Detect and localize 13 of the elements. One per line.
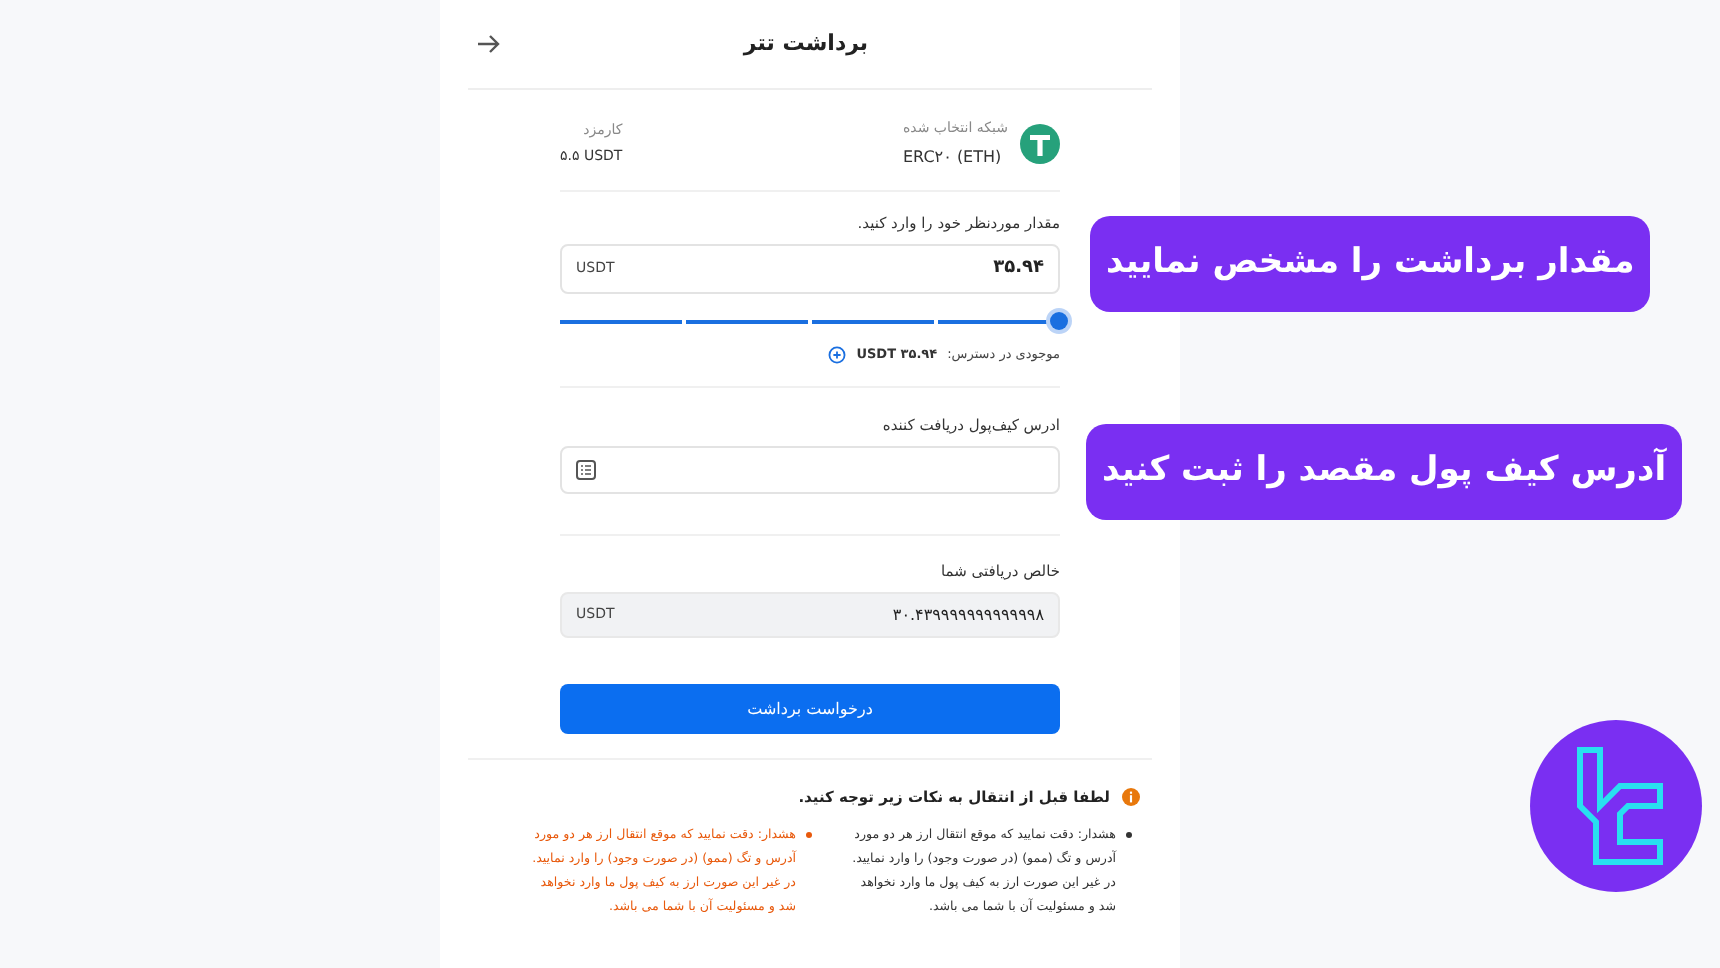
plus-circle-icon[interactable] <box>828 346 847 365</box>
list-icon[interactable] <box>576 459 596 480</box>
tether-logo-icon <box>1020 123 1060 164</box>
page-title: برداشت تتر <box>743 27 869 60</box>
callout-label: آدرس کیف پول مقصد را ثبت کنید <box>1086 424 1683 520</box>
arrow-icon[interactable] <box>476 34 500 54</box>
submit-button[interactable]: درخواست برداشت <box>560 684 1060 734</box>
site-logo-icon <box>1530 720 1702 892</box>
network-value: ERC۲۰ (ETH) <box>903 145 1004 169</box>
info-icon <box>1122 788 1140 807</box>
address-field[interactable] <box>560 445 1060 494</box>
slider-thumb[interactable] <box>1050 312 1068 331</box>
callout-label: مقدار برداشت را مشخص نمایید <box>1090 216 1651 312</box>
